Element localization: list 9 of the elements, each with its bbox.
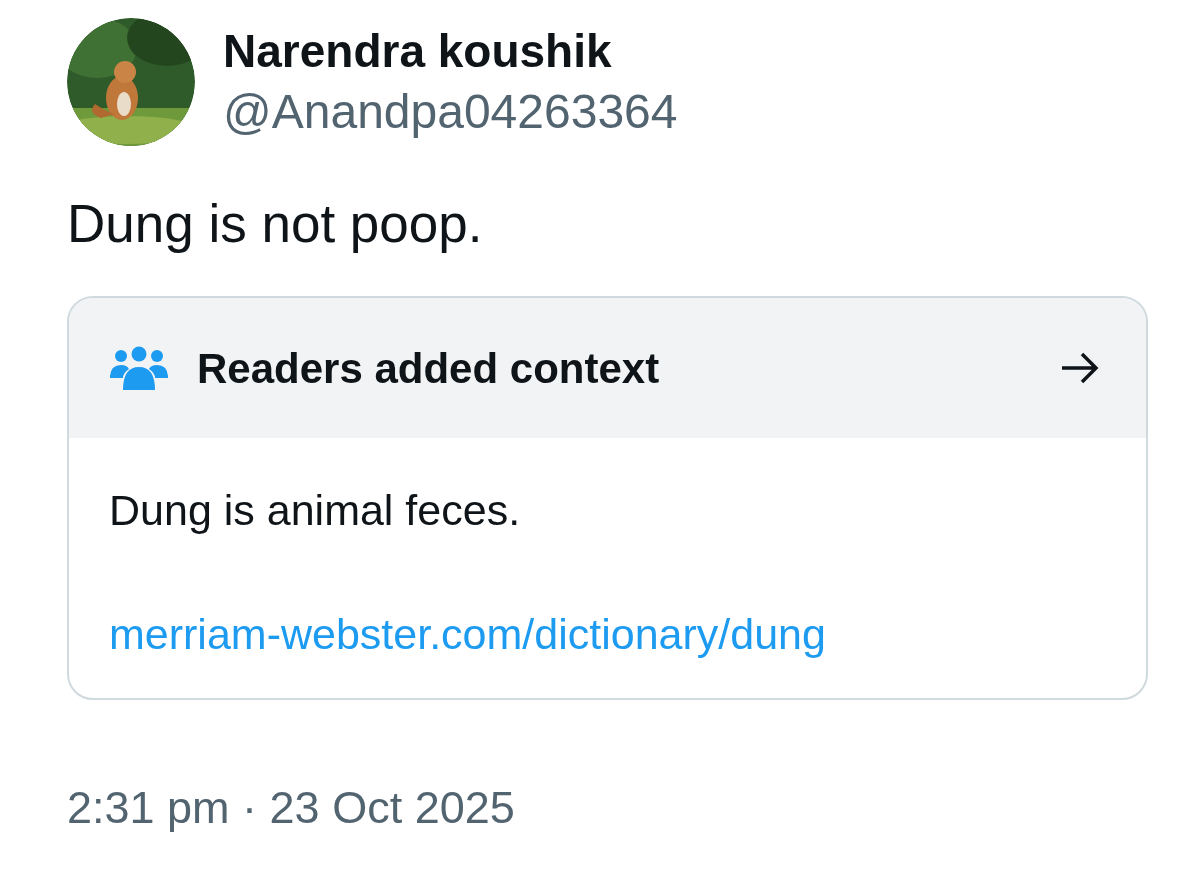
card-title: Readers added context	[197, 343, 660, 394]
note-text: Dung is animal feces.	[109, 485, 522, 536]
timestamp: 2:31 pm · 23 Oct 2025	[67, 781, 516, 835]
author-handle[interactable]: @Anandpa04263364	[223, 84, 678, 140]
people-icon	[109, 346, 169, 390]
arrow-icon[interactable]	[1060, 351, 1100, 385]
author-name[interactable]: Narendra koushik	[223, 24, 678, 78]
context-card[interactable]: Readers added context Dung is animal feces. merriam-webster.com/dictionary/dung	[67, 296, 1148, 700]
tweet-text: Dung is not poop.	[67, 193, 484, 255]
